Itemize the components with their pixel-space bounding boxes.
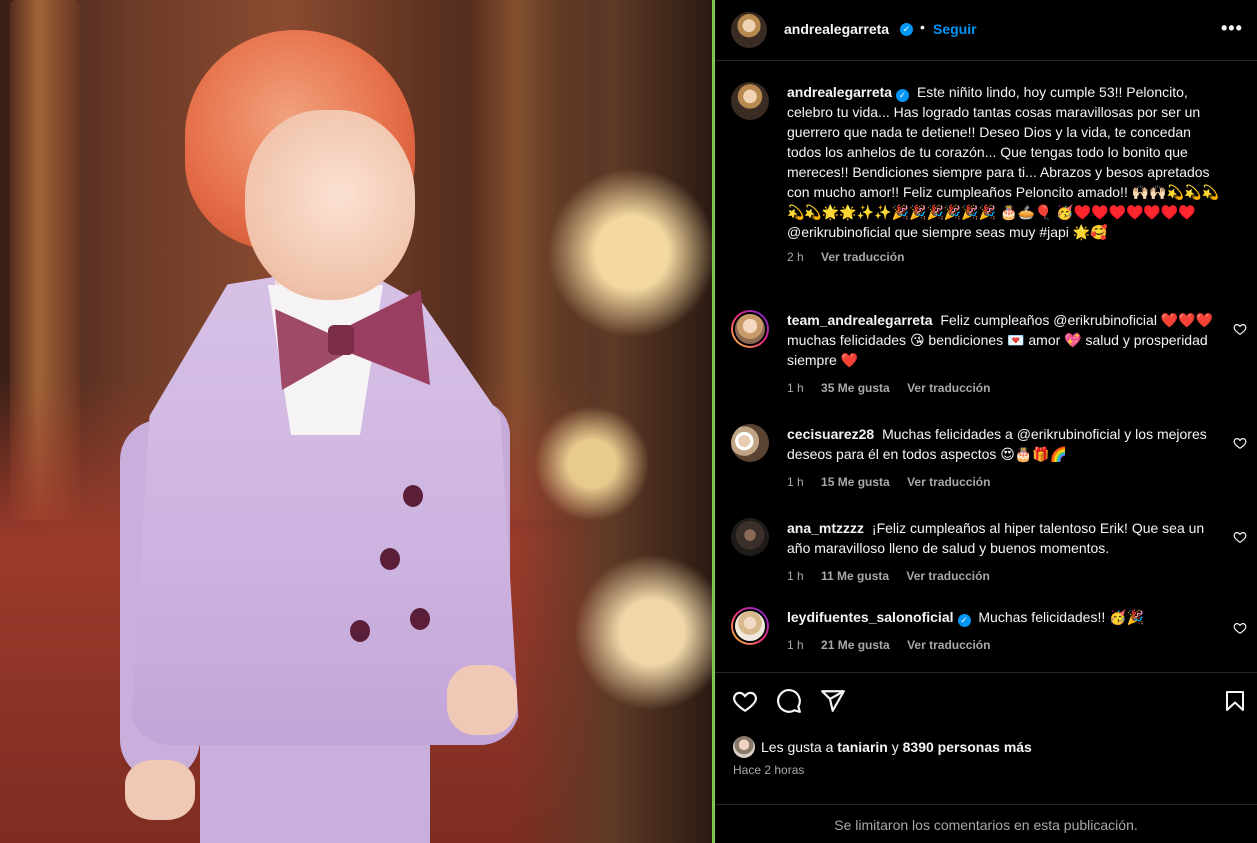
comment-username[interactable]: cecisuarez28 <box>787 426 874 442</box>
likes-prefix: Les gusta a <box>761 739 834 755</box>
likes-and: y <box>891 739 899 755</box>
comment-time: 1 h <box>787 475 804 489</box>
photo-boy-face <box>245 110 415 300</box>
liker-username[interactable]: taniarin <box>837 739 888 755</box>
post-panel: andrealegarreta ✓ • Seguir ••• andrealeg… <box>715 0 1257 843</box>
photo-boy <box>125 760 195 820</box>
more-options-icon[interactable]: ••• <box>1221 18 1243 39</box>
photo-boy-button <box>403 485 423 507</box>
comment-translate-link[interactable]: Ver traducción <box>907 475 990 489</box>
verified-badge-icon: ✓ <box>957 614 971 627</box>
comment-time: 1 h <box>787 638 804 652</box>
post-photo[interactable] <box>0 0 712 843</box>
comment-likes[interactable]: 11 Me gusta <box>821 569 889 583</box>
likes-summary[interactable]: Les gusta a taniarin y 8390 personas más <box>733 736 1032 758</box>
photo-lights <box>512 0 712 843</box>
comment-avatar[interactable] <box>731 424 769 462</box>
author-username[interactable]: andrealegarreta <box>784 21 889 37</box>
comment-likes[interactable]: 15 Me gusta <box>821 475 890 489</box>
photo-boy <box>200 740 430 843</box>
bookmark-icon[interactable] <box>1223 688 1247 714</box>
comment-time: 1 h <box>787 569 804 583</box>
post-header: andrealegarreta ✓ • Seguir ••• <box>715 0 1257 61</box>
comment-username[interactable]: leydifuentes_salonoficial <box>787 609 954 625</box>
comment-avatar[interactable] <box>731 607 769 645</box>
photo-boy-button <box>380 548 400 570</box>
photo-boy-bowtie <box>328 325 354 355</box>
comment-time: 1 h <box>787 381 804 395</box>
comment-translate-link[interactable]: Ver traducción <box>906 569 989 583</box>
comments-limited-notice: Se limitaron los comentarios en esta pub… <box>715 804 1257 843</box>
action-bar: Les gusta a taniarin y 8390 personas más… <box>715 672 1257 843</box>
caption-time: 2 h <box>787 250 804 264</box>
comment-translate-link[interactable]: Ver traducción <box>907 381 990 395</box>
comment-text: Muchas felicidades!! 🥳🎉 <box>978 609 1144 625</box>
verified-badge-icon: ✓ <box>900 23 913 36</box>
comment-like-heart-icon[interactable] <box>1233 621 1247 635</box>
photo-boy-button <box>410 608 430 630</box>
comment-username[interactable]: team_andrealegarreta <box>787 312 933 328</box>
share-icon[interactable] <box>820 688 846 714</box>
comment-like-heart-icon[interactable] <box>1233 530 1247 544</box>
comment-avatar[interactable] <box>731 518 769 556</box>
comment-likes[interactable]: 35 Me gusta <box>821 381 890 395</box>
comment-translate-link[interactable]: Ver traducción <box>907 638 990 652</box>
liker-avatar <box>733 736 755 758</box>
photo-boy-button <box>350 620 370 642</box>
comment-likes[interactable]: 21 Me gusta <box>821 638 890 652</box>
posted-time: Hace 2 horas <box>733 763 805 777</box>
comment-username[interactable]: ana_mtzzzz <box>787 520 864 536</box>
verified-badge-icon: ✓ <box>896 89 910 102</box>
comment-like-heart-icon[interactable] <box>1233 436 1247 450</box>
follow-button[interactable]: Seguir <box>933 21 977 37</box>
comments-list[interactable]: andrealegarreta ✓ Este niñito lindo, hoy … <box>715 62 1257 672</box>
caption-text: Este niñito lindo, hoy cumple 53!! Pelon… <box>787 84 1219 240</box>
comment-like-heart-icon[interactable] <box>1233 322 1247 336</box>
caption-username[interactable]: andrealegarreta <box>787 84 892 100</box>
likes-others[interactable]: 8390 personas más <box>903 739 1032 755</box>
comment-icon[interactable] <box>776 688 802 714</box>
heart-icon[interactable] <box>732 688 758 714</box>
caption-translate-link[interactable]: Ver traducción <box>821 250 904 264</box>
caption-avatar[interactable] <box>731 82 769 120</box>
author-avatar[interactable] <box>731 12 767 48</box>
separator-dot: • <box>920 19 925 35</box>
photo-boy <box>447 665 517 735</box>
comment-avatar[interactable] <box>731 310 769 348</box>
